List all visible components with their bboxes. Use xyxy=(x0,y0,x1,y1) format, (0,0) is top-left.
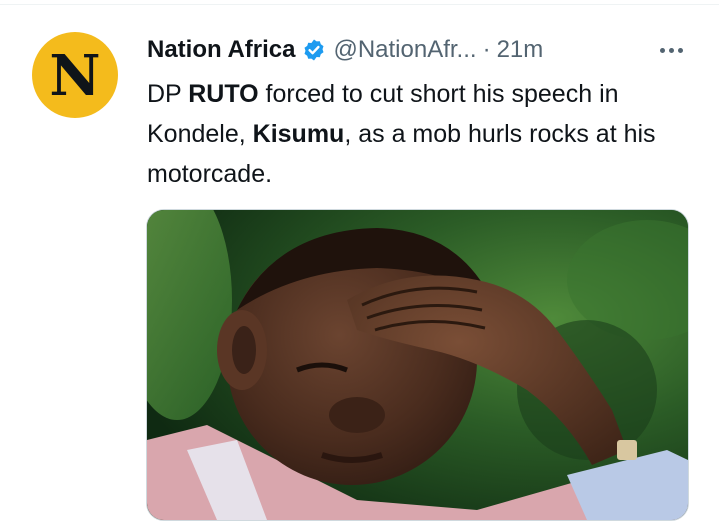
more-dot xyxy=(678,47,683,53)
tweet-card[interactable]: N Nation Africa @NationAfr... · 21m DP R… xyxy=(0,0,719,530)
display-name[interactable]: Nation Africa xyxy=(147,36,295,64)
timestamp[interactable]: 21m xyxy=(497,36,544,64)
tweet-text: DP RUTO forced to cut short his speech i… xyxy=(147,74,692,194)
tweet-text-bold-kisumu: Kisumu xyxy=(252,120,345,148)
tweet-header: Nation Africa @NationAfr... · 21m xyxy=(147,30,687,70)
more-dot xyxy=(669,47,674,53)
avatar-logo-letter: N xyxy=(49,43,101,109)
profile-avatar[interactable]: N xyxy=(32,32,118,118)
tweet-text-bold-ruto: RUTO xyxy=(188,80,259,108)
tweet-photo[interactable] xyxy=(146,209,689,521)
user-handle[interactable]: @NationAfr... xyxy=(333,36,476,64)
more-options-icon[interactable] xyxy=(660,30,687,70)
photo-illustration xyxy=(147,210,688,520)
verified-badge-icon xyxy=(304,39,324,61)
more-dot xyxy=(660,47,665,53)
header-separator: · xyxy=(482,36,491,63)
tweet-text-part: DP xyxy=(147,80,189,108)
